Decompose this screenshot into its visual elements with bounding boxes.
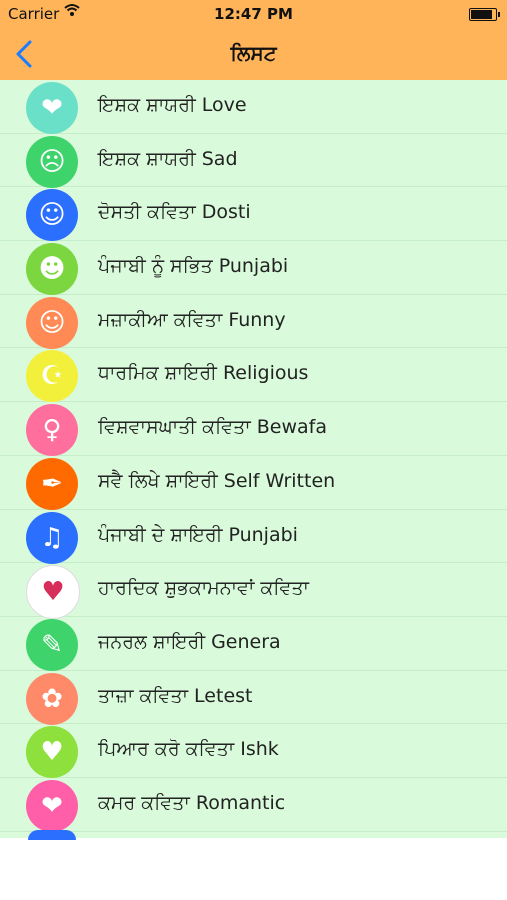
list-item[interactable]: ✎ ਜਨਰਲ ਸ਼ਾਇਰੀ Genera (0, 617, 507, 671)
list-item[interactable]: ❤ ਕਮਰ ਕਵਿਤਾ Romantic (0, 778, 507, 832)
hearts-icon: ❤ (26, 82, 78, 134)
battery-icon (469, 8, 500, 21)
list-item-label: ਇਸ਼ਕ ਸ਼ਾਯਰੀ Love (98, 94, 247, 116)
funny-icon: ☺ (26, 296, 78, 349)
list-item-label: ਦੋਸਤੀ ਕਵਿਤਾ Dosti (98, 201, 251, 224)
list-item-label: ਪੰਜਾਬੀ ਦੇ ਸ਼ਾਇਰੀ Punjabi (98, 523, 298, 546)
list-item[interactable]: ☺ ਮਜ਼ਾਕੀਆ ਕਵਿਤਾ Funny (0, 295, 507, 349)
list-item-label: ਵਿਸ਼ਵਾਸਘਾਤੀ ਕਵਿਤਾ Bewafa (98, 416, 327, 439)
list-item[interactable]: ♀ ਵਿਸ਼ਵਾਸਘਾਤੀ ਕਵਿਤਾ Bewafa (0, 402, 507, 457)
religious-symbols-icon: ☪ (26, 350, 78, 403)
friends-icon: ☺ (26, 189, 78, 242)
love-couple-icon: ♥ (26, 726, 78, 779)
roses-icon: ✿ (26, 672, 78, 725)
list-item[interactable]: ☪ ਧਾਰਮਿਕ ਸ਼ਾਇਰੀ Religious (0, 348, 507, 403)
list-item[interactable]: ❤ ਇਸ਼ਕ ਸ਼ਾਯਰੀ Love (0, 80, 507, 134)
quill-icon: ✒ (26, 457, 78, 510)
list-item[interactable]: ✿ ਤਾਜ਼ਾ ਕਵਿਤਾ Letest (0, 671, 507, 725)
list-item[interactable]: ☹ ਇਸ਼ਕ ਸ਼ਾਯਰੀ Sad (0, 134, 507, 188)
status-bar: Carrier 12:47 PM (0, 0, 507, 28)
list-item[interactable]: ♥ ਪਿਆਰ ਕਰੋ ਕਵਿਤਾ Ishk (0, 724, 507, 779)
navigation-bar: ਲਿਸਟ (0, 28, 507, 80)
list-item[interactable]: ☻ ਪੰਜਾਬੀ ਨੂੰ ਸਭਿਤ Punjabi (0, 241, 507, 296)
category-list: ❤ ਇਸ਼ਕ ਸ਼ਾਯਰੀ Love ☹ ਇਸ਼ਕ ਸ਼ਾਯਰੀ Sad ☺ ਦੋਸਤੀ … (0, 80, 507, 838)
list-item-label: ਸਵੈ ਲਿਖੇ ਸ਼ਾਇਰੀ Self Written (98, 469, 336, 492)
status-time: 12:47 PM (214, 5, 293, 23)
feather-icon: ✎ (26, 618, 78, 671)
list-item-label: ਪਿਆਰ ਕਰੋ ਕਵਿਤਾ Ishk (98, 738, 279, 761)
list-item-label: ਮਜ਼ਾਕੀਆ ਕਵਿਤਾ Funny (98, 308, 286, 331)
list-item[interactable]: ✒ ਸਵੈ ਲਿਖੇ ਸ਼ਾਇਰੀ Self Written (0, 456, 507, 510)
heart-card-icon: ♥ (26, 565, 80, 620)
dancer-icon: ♫ (26, 511, 78, 564)
list-item-label: ਧਾਰਮਿਕ ਸ਼ਾਇਰੀ Religious (98, 362, 309, 385)
list-item-label: ਹਾਰਦਿਕ ਸ਼ੁਭਕਾਮਨਾਵਾਂ ਕਵਿਤਾ (98, 577, 309, 600)
sad-couple-icon: ☹ (26, 135, 78, 188)
page-title: ਲਿਸਟ (230, 41, 277, 65)
list-item[interactable]: ♫ ਪੰਜਾਬੀ ਦੇ ਸ਼ਾਇਰੀ Punjabi (0, 510, 507, 564)
list-item-label: ਇਸ਼ਕ ਸ਼ਾਯਰੀ Sad (98, 147, 238, 170)
girl-icon: ♀ (26, 404, 78, 457)
turban-icon: ☻ (26, 243, 78, 296)
list-item-label: ਕਮਰ ਕਵਿਤਾ Romantic (98, 791, 286, 814)
list-item[interactable]: ☺ ਦੋਸਤੀ ਕਵਿਤਾ Dosti (0, 187, 507, 242)
list-item-label: ਤਾਜ਼ਾ ਕਵਿਤਾ Letest (98, 684, 253, 707)
partial-list-item-avatar (28, 830, 76, 840)
list-item-label: ਪੰਜਾਬੀ ਨੂੰ ਸਭਿਤ Punjabi (98, 255, 289, 278)
list-item-label: ਜਨਰਲ ਸ਼ਾਇਰੀ Genera (98, 630, 281, 653)
kissing-couple-icon: ❤ (26, 779, 78, 832)
list-item[interactable]: ♥ ਹਾਰਦਿਕ ਸ਼ੁਭਕਾਮਨਾਵਾਂ ਕਵਿਤਾ (0, 563, 507, 620)
